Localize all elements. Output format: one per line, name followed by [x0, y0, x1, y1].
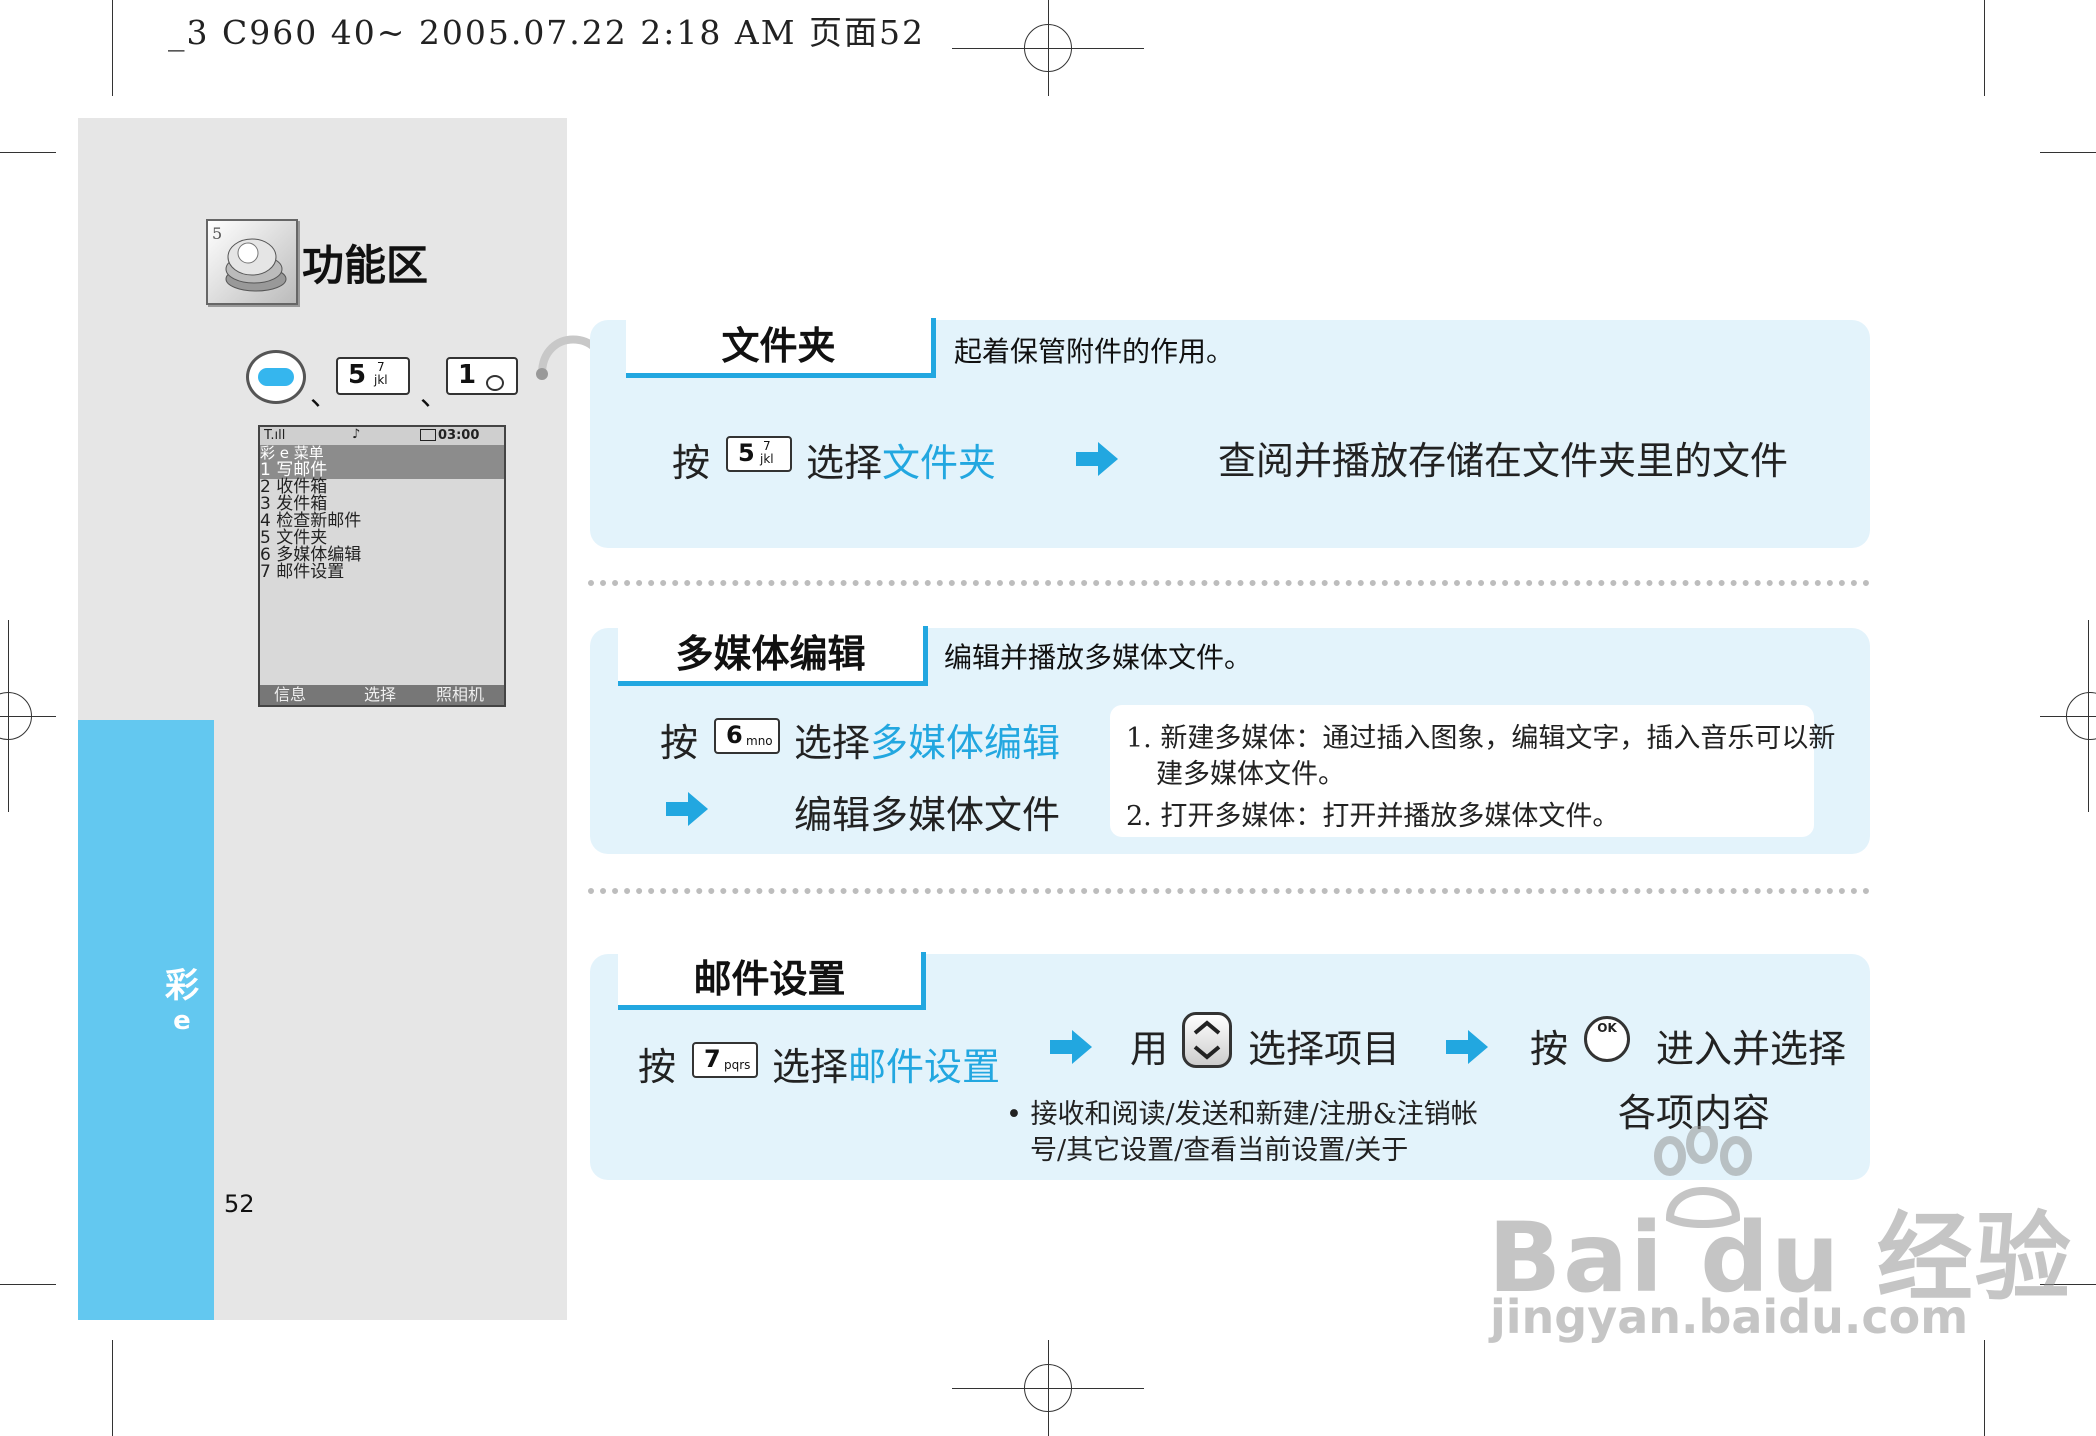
softkey-left[interactable]: 信息: [274, 685, 306, 705]
key-5[interactable]: 5 7 jkl: [726, 436, 792, 472]
options-list: • 接收和阅读/发送和新建/注册&注销帐: [1006, 1099, 1478, 1130]
phone-menu-item[interactable]: 7 邮件设置: [260, 564, 504, 581]
softkey-bar: 信息 选择 照相机: [260, 685, 504, 705]
registration-mark: [1024, 24, 1072, 72]
folder-disc-icon: 5: [206, 219, 298, 305]
page-number: 52: [224, 1190, 255, 1218]
crop-mark: [0, 152, 56, 153]
nav-key-icon[interactable]: [1182, 1012, 1232, 1068]
sound-icon: ♪: [352, 427, 361, 442]
folder-result: 查阅并播放存储在文件夹里的文件: [1218, 439, 1789, 483]
crop-mark: [112, 1340, 113, 1436]
registration-mark: [1024, 1364, 1072, 1412]
use-label: 用: [1130, 1027, 1169, 1071]
dotted-divider: [588, 888, 1870, 894]
phone-screen: T.ıll ♪ 03:00 彩 e 菜单 1 写邮件 2 收件箱 3 发件箱 4…: [258, 425, 506, 707]
voicemail-icon: [486, 375, 504, 391]
select-project: 选择项目: [1248, 1027, 1401, 1071]
arrow-right-icon: [1076, 442, 1118, 476]
note-line: 2. 打开多媒体：打开并播放多媒体文件。: [1126, 801, 1620, 832]
softkey-right[interactable]: 照相机: [436, 685, 484, 705]
arrow-right-icon: [666, 792, 708, 826]
enter-label: 进入并选择: [1656, 1027, 1847, 1071]
folder-description: 起着保管附件的作用。: [954, 335, 1235, 368]
battery-icon: [420, 429, 436, 441]
disc-stack-icon: 5: [212, 224, 287, 292]
side-label: e: [173, 1006, 191, 1036]
crop-mark: [2040, 152, 2096, 153]
press-label: 按: [672, 441, 711, 485]
mail-settings-tab: 邮件设置: [618, 952, 926, 1010]
key-1[interactable]: 1: [446, 357, 518, 395]
note-line: 1. 新建多媒体：通过插入图象，编辑文字，插入音乐可以新: [1126, 723, 1836, 754]
side-label: 彩: [165, 966, 199, 1006]
press-label: 按: [638, 1045, 677, 1089]
up-down-arrow-icon: [1193, 1020, 1221, 1060]
crop-mark: [1984, 1340, 1985, 1436]
note-line: 建多媒体文件。: [1156, 759, 1345, 790]
softkey-center[interactable]: 选择: [364, 685, 396, 705]
key-5[interactable]: 5 7 jkl: [336, 357, 410, 395]
multimedia-result: 编辑多媒体文件: [794, 793, 1061, 837]
key-6[interactable]: 6 mno: [714, 718, 780, 754]
folder-tab: 文件夹: [626, 318, 936, 378]
menu-key[interactable]: [246, 350, 306, 404]
press-label: 按: [1530, 1027, 1569, 1071]
watermark-url: jingyan.baidu.com: [1490, 1290, 1969, 1344]
arrow-right-icon: [1446, 1030, 1488, 1064]
crop-mark: [1984, 0, 1985, 96]
select-instruction: 选择文件夹: [806, 441, 997, 485]
dotted-divider: [588, 580, 1870, 586]
key-7[interactable]: 7 pqrs: [692, 1042, 758, 1078]
crop-mark: [112, 0, 113, 96]
arrow-right-icon: [1050, 1030, 1092, 1064]
svg-text:5: 5: [212, 224, 222, 243]
registration-mark: [0, 692, 32, 740]
multimedia-tab: 多媒体编辑: [618, 626, 928, 686]
ok-key-icon[interactable]: OK: [1584, 1016, 1630, 1062]
options-list: 号/其它设置/查看当前设置/关于: [1030, 1135, 1409, 1166]
clock: 03:00: [438, 428, 480, 443]
select-instruction: 选择多媒体编辑: [794, 721, 1061, 765]
multimedia-description: 编辑并播放多媒体文件。: [944, 641, 1253, 674]
page-title: 功能区: [302, 241, 429, 290]
select-instruction: 选择邮件设置: [772, 1045, 1001, 1089]
signal-icon: T.ıll: [264, 428, 286, 443]
separator: 、: [420, 379, 449, 412]
crop-mark: [0, 1284, 56, 1285]
press-label: 按: [660, 721, 699, 765]
registration-mark: [2066, 692, 2096, 740]
status-bar: T.ıll ♪ 03:00: [260, 427, 504, 445]
separator: 、: [310, 379, 339, 412]
print-header: _3 C960 40~ 2005.07.22 2:18 AM 页面52: [168, 13, 925, 52]
blue-oval-key-icon: [258, 368, 294, 386]
